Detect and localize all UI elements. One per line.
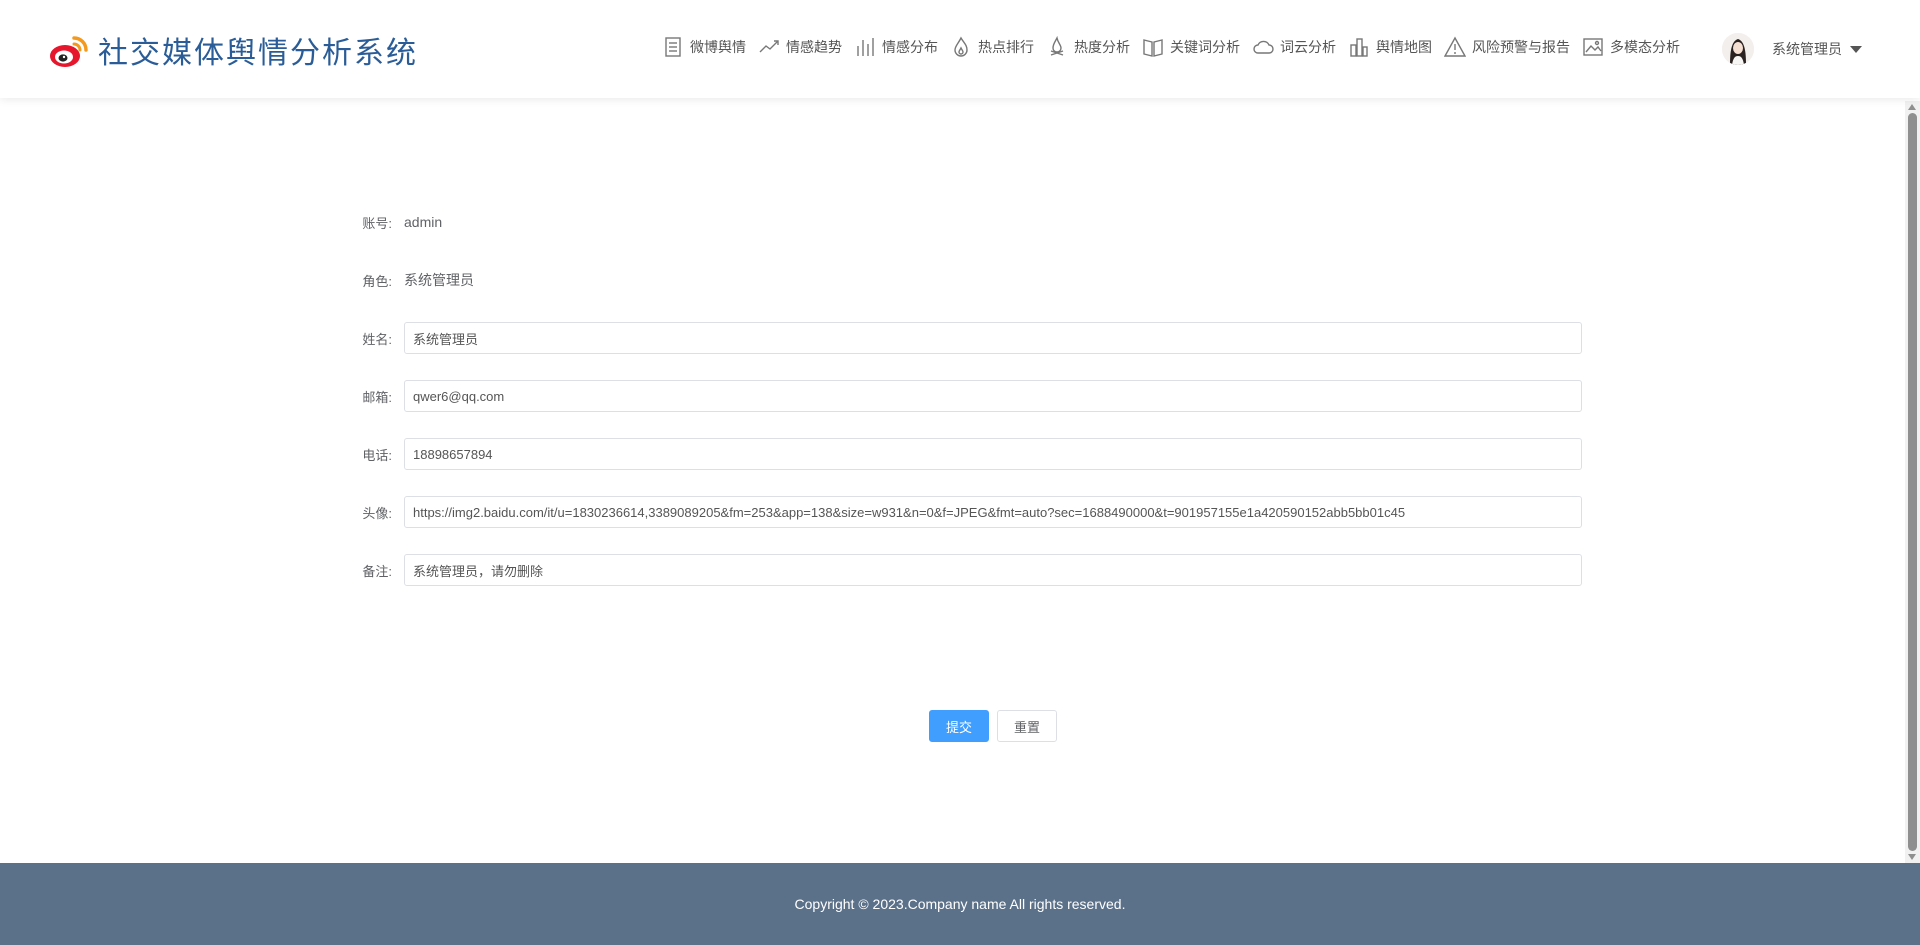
user-name: 系统管理员 <box>1772 41 1842 57</box>
weibo-logo-icon <box>50 36 88 67</box>
nav-label: 多模态分析 <box>1610 39 1680 55</box>
nav-label: 风险预警与报告 <box>1472 39 1570 55</box>
name-label: 姓名: <box>362 331 392 347</box>
nav-label: 舆情地图 <box>1376 39 1432 55</box>
profile-form: 账号: admin 角色: 系统管理员 姓名: 邮箱: 电话: 头像: 备注: <box>356 206 1582 612</box>
nav-item-distribution[interactable]: 情感分布 <box>854 36 938 58</box>
scroll-up-icon[interactable] <box>1908 104 1916 110</box>
app-title: 社交媒体舆情分析系统 <box>98 36 418 71</box>
nav-item-keyword[interactable]: 关键词分析 <box>1142 36 1240 58</box>
scrollbar-thumb[interactable] <box>1908 113 1917 851</box>
nav-item-weibo[interactable]: 微博舆情 <box>662 36 746 58</box>
nav-item-map[interactable]: 舆情地图 <box>1348 36 1432 58</box>
main-nav: 微博舆情 情感趋势 情感分布 热点排行 热度分析 关键词分析 词云分析 舆情地图… <box>662 36 1692 58</box>
account-label: 账号: <box>362 215 392 231</box>
name-input[interactable] <box>404 322 1582 354</box>
form-row-avatar: 头像: <box>356 496 1582 528</box>
nav-label: 热度分析 <box>1074 39 1130 55</box>
nav-item-risk-warning[interactable]: 风险预警与报告 <box>1444 36 1570 58</box>
top-header: 社交媒体舆情分析系统 微博舆情 情感趋势 情感分布 热点排行 热度分析 关键词分… <box>0 0 1920 98</box>
form-row-phone: 电话: <box>356 438 1582 470</box>
chevron-down-icon[interactable] <box>1850 45 1862 53</box>
trend-line-icon <box>759 40 779 53</box>
remark-input[interactable] <box>404 554 1582 586</box>
role-value: 系统管理员 <box>404 272 474 288</box>
nav-item-trend[interactable]: 情感趋势 <box>758 36 842 58</box>
image-icon <box>1583 38 1603 56</box>
nav-label: 词云分析 <box>1280 39 1336 55</box>
avatar-label: 头像: <box>362 505 392 521</box>
nav-label: 关键词分析 <box>1170 39 1240 55</box>
nav-label: 情感趋势 <box>786 39 842 55</box>
reset-button[interactable]: 重置 <box>997 710 1057 742</box>
user-menu[interactable]: 系统管理员 <box>1722 33 1862 65</box>
nav-item-multimodal[interactable]: 多模态分析 <box>1582 36 1680 58</box>
avatar[interactable] <box>1722 33 1754 65</box>
app-logo[interactable]: 社交媒体舆情分析系统 <box>48 28 418 72</box>
buildings-icon <box>1350 38 1368 57</box>
nav-item-heat-analysis[interactable]: 热度分析 <box>1046 36 1130 58</box>
copyright-text: Copyright © 2023.Company name All rights… <box>794 896 1126 912</box>
form-row-email: 邮箱: <box>356 380 1582 412</box>
phone-label: 电话: <box>362 447 392 463</box>
submit-button[interactable]: 提交 <box>929 710 989 742</box>
account-value: admin <box>404 214 443 230</box>
form-row-role: 角色: 系统管理员 <box>356 264 1582 296</box>
page-scrollbar[interactable] <box>1905 101 1920 863</box>
phone-input[interactable] <box>404 438 1582 470</box>
form-buttons: 提交 重置 <box>929 710 1057 742</box>
warning-icon <box>1444 36 1466 57</box>
nav-item-hot-ranking[interactable]: 热点排行 <box>950 36 1034 58</box>
scroll-down-icon[interactable] <box>1908 854 1916 860</box>
form-row-account: 账号: admin <box>356 206 1582 238</box>
form-row-remark: 备注: <box>356 554 1582 586</box>
nav-label: 微博舆情 <box>690 39 746 55</box>
email-label: 邮箱: <box>362 389 392 405</box>
role-label: 角色: <box>362 273 392 289</box>
remark-label: 备注: <box>362 563 392 579</box>
book-icon <box>1143 39 1163 57</box>
main-content: 账号: admin 角色: 系统管理员 姓名: 邮箱: 电话: 头像: 备注: … <box>0 98 1905 863</box>
fire-icon <box>1050 36 1064 56</box>
nav-label: 热点排行 <box>978 39 1034 55</box>
nav-label: 情感分布 <box>882 39 938 55</box>
bar-chart-icon <box>857 38 874 56</box>
page-footer: Copyright © 2023.Company name All rights… <box>0 863 1920 945</box>
document-icon <box>665 37 681 57</box>
cloud-icon <box>1253 40 1274 54</box>
avatar-url-input[interactable] <box>404 496 1582 528</box>
nav-item-wordcloud[interactable]: 词云分析 <box>1252 36 1336 58</box>
email-input[interactable] <box>404 380 1582 412</box>
flame-icon <box>954 36 968 57</box>
form-row-name: 姓名: <box>356 322 1582 354</box>
